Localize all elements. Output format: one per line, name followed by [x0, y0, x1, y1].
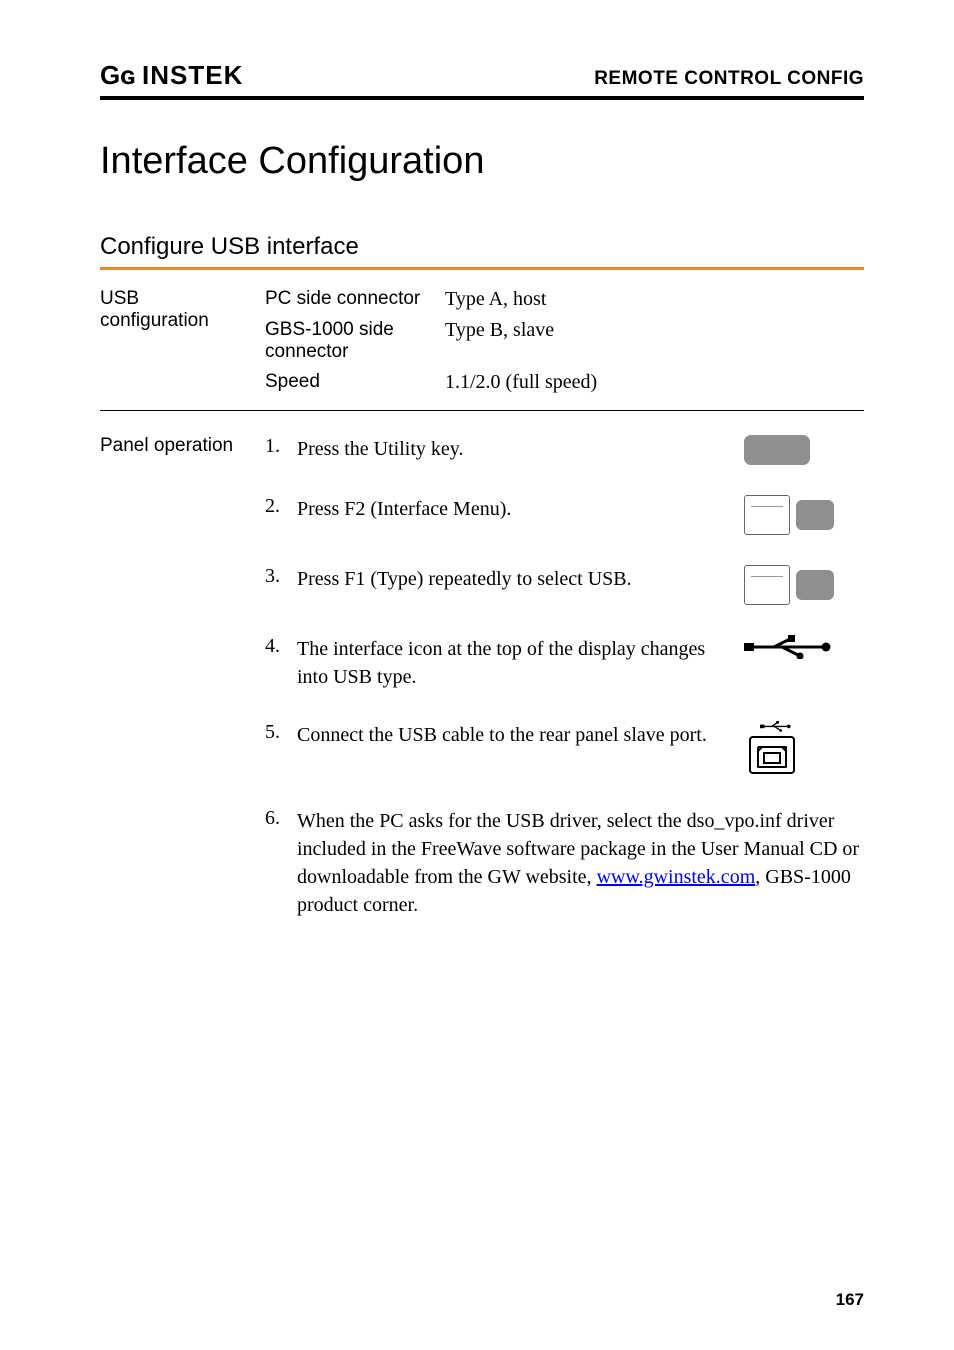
step-text: When the PC asks for the USB driver, sel…	[297, 807, 864, 919]
step-3: 3. Press F1 (Type) repeatedly to select …	[265, 565, 864, 605]
step-6: 6. When the PC asks for the USB driver, …	[265, 807, 864, 919]
section-heading: Configure USB interface	[100, 233, 864, 261]
svg-text:ԍ: ԍ	[120, 60, 136, 90]
config-key: PC side connector	[265, 284, 445, 315]
page-header: G ԍ INSTEK REMOTE CONTROL CONFIG	[100, 60, 864, 100]
panel-operation-label: Panel operation	[100, 435, 265, 457]
function-key-icon	[796, 500, 834, 530]
step-illustration	[744, 721, 864, 777]
config-key: Speed	[265, 367, 445, 404]
step-2: 2. Press F2 (Interface Menu).	[265, 495, 864, 535]
svg-text:G: G	[100, 60, 121, 90]
step-text: Press the Utility key.	[297, 435, 734, 463]
website-link[interactable]: www.gwinstek.com	[597, 866, 756, 888]
config-value: 1.1/2.0 (full speed)	[445, 367, 864, 404]
steps-list: 1. Press the Utility key. 2. Press F2 (I…	[265, 435, 864, 919]
header-section-label: REMOTE CONTROL CONFIG	[594, 68, 864, 90]
step-text: The interface icon at the top of the dis…	[297, 635, 734, 691]
usb-config-label-line2: configuration	[100, 310, 209, 331]
svg-text:INSTEK: INSTEK	[142, 60, 243, 90]
screen-box-icon	[744, 565, 790, 605]
table-divider	[100, 410, 864, 411]
step-illustration	[744, 565, 864, 605]
section-divider	[100, 267, 864, 270]
panel-operation-block: Panel operation 1. Press the Utility key…	[100, 435, 864, 919]
config-value: Type A, host	[445, 284, 864, 315]
step-number: 3.	[265, 565, 287, 588]
step-4: 4. The interface icon at the top of the …	[265, 635, 864, 691]
page-number: 167	[836, 1290, 864, 1310]
config-value: Type B, slave	[445, 315, 864, 367]
utility-key-icon	[744, 435, 810, 465]
step-text: Press F2 (Interface Menu).	[297, 495, 734, 523]
step-illustration	[744, 635, 864, 659]
usb-config-label: USB configuration	[100, 284, 265, 404]
usb-config-table: USB configuration PC side connector Type…	[100, 284, 864, 404]
step-number: 5.	[265, 721, 287, 744]
usb-config-label-line1: USB	[100, 288, 139, 309]
step-illustration	[744, 495, 864, 535]
step-5: 5. Connect the USB cable to the rear pan…	[265, 721, 864, 777]
step-illustration	[744, 435, 864, 465]
step-number: 2.	[265, 495, 287, 518]
step-number: 4.	[265, 635, 287, 658]
usb-port-icon	[744, 721, 800, 777]
screen-box-icon	[744, 495, 790, 535]
page-title: Interface Configuration	[100, 140, 864, 183]
brand-logo: G ԍ INSTEK	[100, 60, 270, 90]
step-number: 1.	[265, 435, 287, 458]
function-key-icon	[796, 570, 834, 600]
usb-icon	[744, 635, 834, 659]
config-key: GBS-1000 side connector	[265, 315, 445, 367]
step-text: Press F1 (Type) repeatedly to select USB…	[297, 565, 734, 593]
step-1: 1. Press the Utility key.	[265, 435, 864, 465]
step-number: 6.	[265, 807, 287, 830]
step-text: Connect the USB cable to the rear panel …	[297, 721, 734, 749]
